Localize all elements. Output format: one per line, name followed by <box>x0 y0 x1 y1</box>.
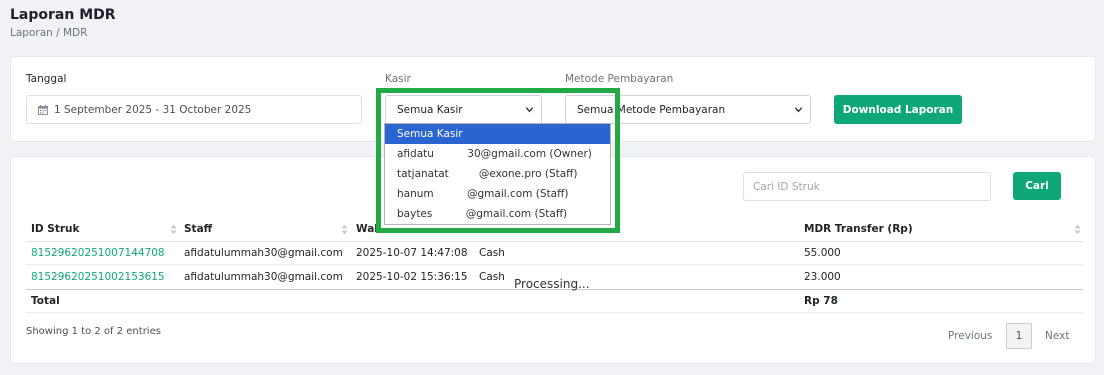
sort-icon <box>170 224 177 235</box>
download-report-button[interactable]: Download Laporan <box>834 95 962 124</box>
date-range-input[interactable]: 1 September 2025 - 31 October 2025 <box>26 95 362 124</box>
kasir-select[interactable]: Semua Kasir <box>385 95 542 124</box>
sort-icon <box>341 224 348 235</box>
pagination-previous[interactable]: Previous <box>948 330 992 342</box>
chevron-down-icon <box>525 107 534 113</box>
tanggal-label: Tanggal <box>26 73 67 85</box>
sort-icon <box>1074 224 1081 235</box>
metode-selected-value: Semua Metode Pembayaran <box>577 103 726 116</box>
kasir-dropdown-list: Semua Kasir afidatu 30@gmail.com (Owner)… <box>384 123 611 225</box>
row-metode: Cash <box>479 247 505 259</box>
kasir-option[interactable]: afidatu 30@gmail.com (Owner) <box>385 144 610 164</box>
total-label: Total <box>31 295 60 307</box>
column-header-staff[interactable]: Staff <box>184 223 212 235</box>
search-id-input[interactable] <box>743 172 991 201</box>
metode-select[interactable]: Semua Metode Pembayaran <box>565 95 811 124</box>
kasir-selected-value: Semua Kasir <box>397 103 463 116</box>
kasir-option[interactable]: baytes @gmail.com (Staff) <box>385 204 610 224</box>
processing-indicator: Processing... <box>514 277 590 291</box>
chevron-down-icon <box>794 107 803 113</box>
row-mdr: 23.000 <box>804 271 841 283</box>
row-staff: afidatulummah30@gmail.com <box>184 271 343 283</box>
row-waktu: 2025-10-07 14:47:08 <box>356 247 468 259</box>
kasir-label: Kasir <box>385 73 411 85</box>
row-waktu: 2025-10-02 15:36:15 <box>356 271 468 283</box>
row-id-link[interactable]: 81529620251002153615 <box>31 271 165 283</box>
page-title: Laporan MDR <box>10 7 116 23</box>
column-header-mdr-transfer[interactable]: MDR Transfer (Rp) <box>804 223 913 235</box>
breadcrumb: Laporan / MDR <box>10 27 88 39</box>
total-value: Rp 78 <box>804 295 838 307</box>
row-divider <box>26 264 1083 265</box>
row-metode: Cash <box>479 271 505 283</box>
kasir-option[interactable]: hanum @gmail.com (Staff) <box>385 184 610 204</box>
row-mdr: 55.000 <box>804 247 841 259</box>
calendar-icon <box>38 104 48 115</box>
pagination-page-1[interactable]: 1 <box>1006 323 1032 349</box>
row-staff: afidatulummah30@gmail.com <box>184 247 343 259</box>
date-range-value: 1 September 2025 - 31 October 2025 <box>54 103 252 116</box>
row-id-link[interactable]: 81529620251007144708 <box>31 247 165 259</box>
table-header-divider <box>26 241 1083 242</box>
pagination-next[interactable]: Next <box>1045 330 1069 342</box>
entries-info: Showing 1 to 2 of 2 entries <box>26 326 161 337</box>
kasir-option[interactable]: tatjanatat @exone.pro (Staff) <box>385 164 610 184</box>
search-button[interactable]: Cari <box>1013 172 1061 200</box>
column-header-waktu[interactable]: Wak <box>356 223 381 235</box>
column-header-id[interactable]: ID Struk <box>31 223 80 235</box>
row-divider <box>26 312 1083 313</box>
kasir-option[interactable]: Semua Kasir <box>385 124 610 144</box>
metode-label: Metode Pembayaran <box>565 73 674 85</box>
